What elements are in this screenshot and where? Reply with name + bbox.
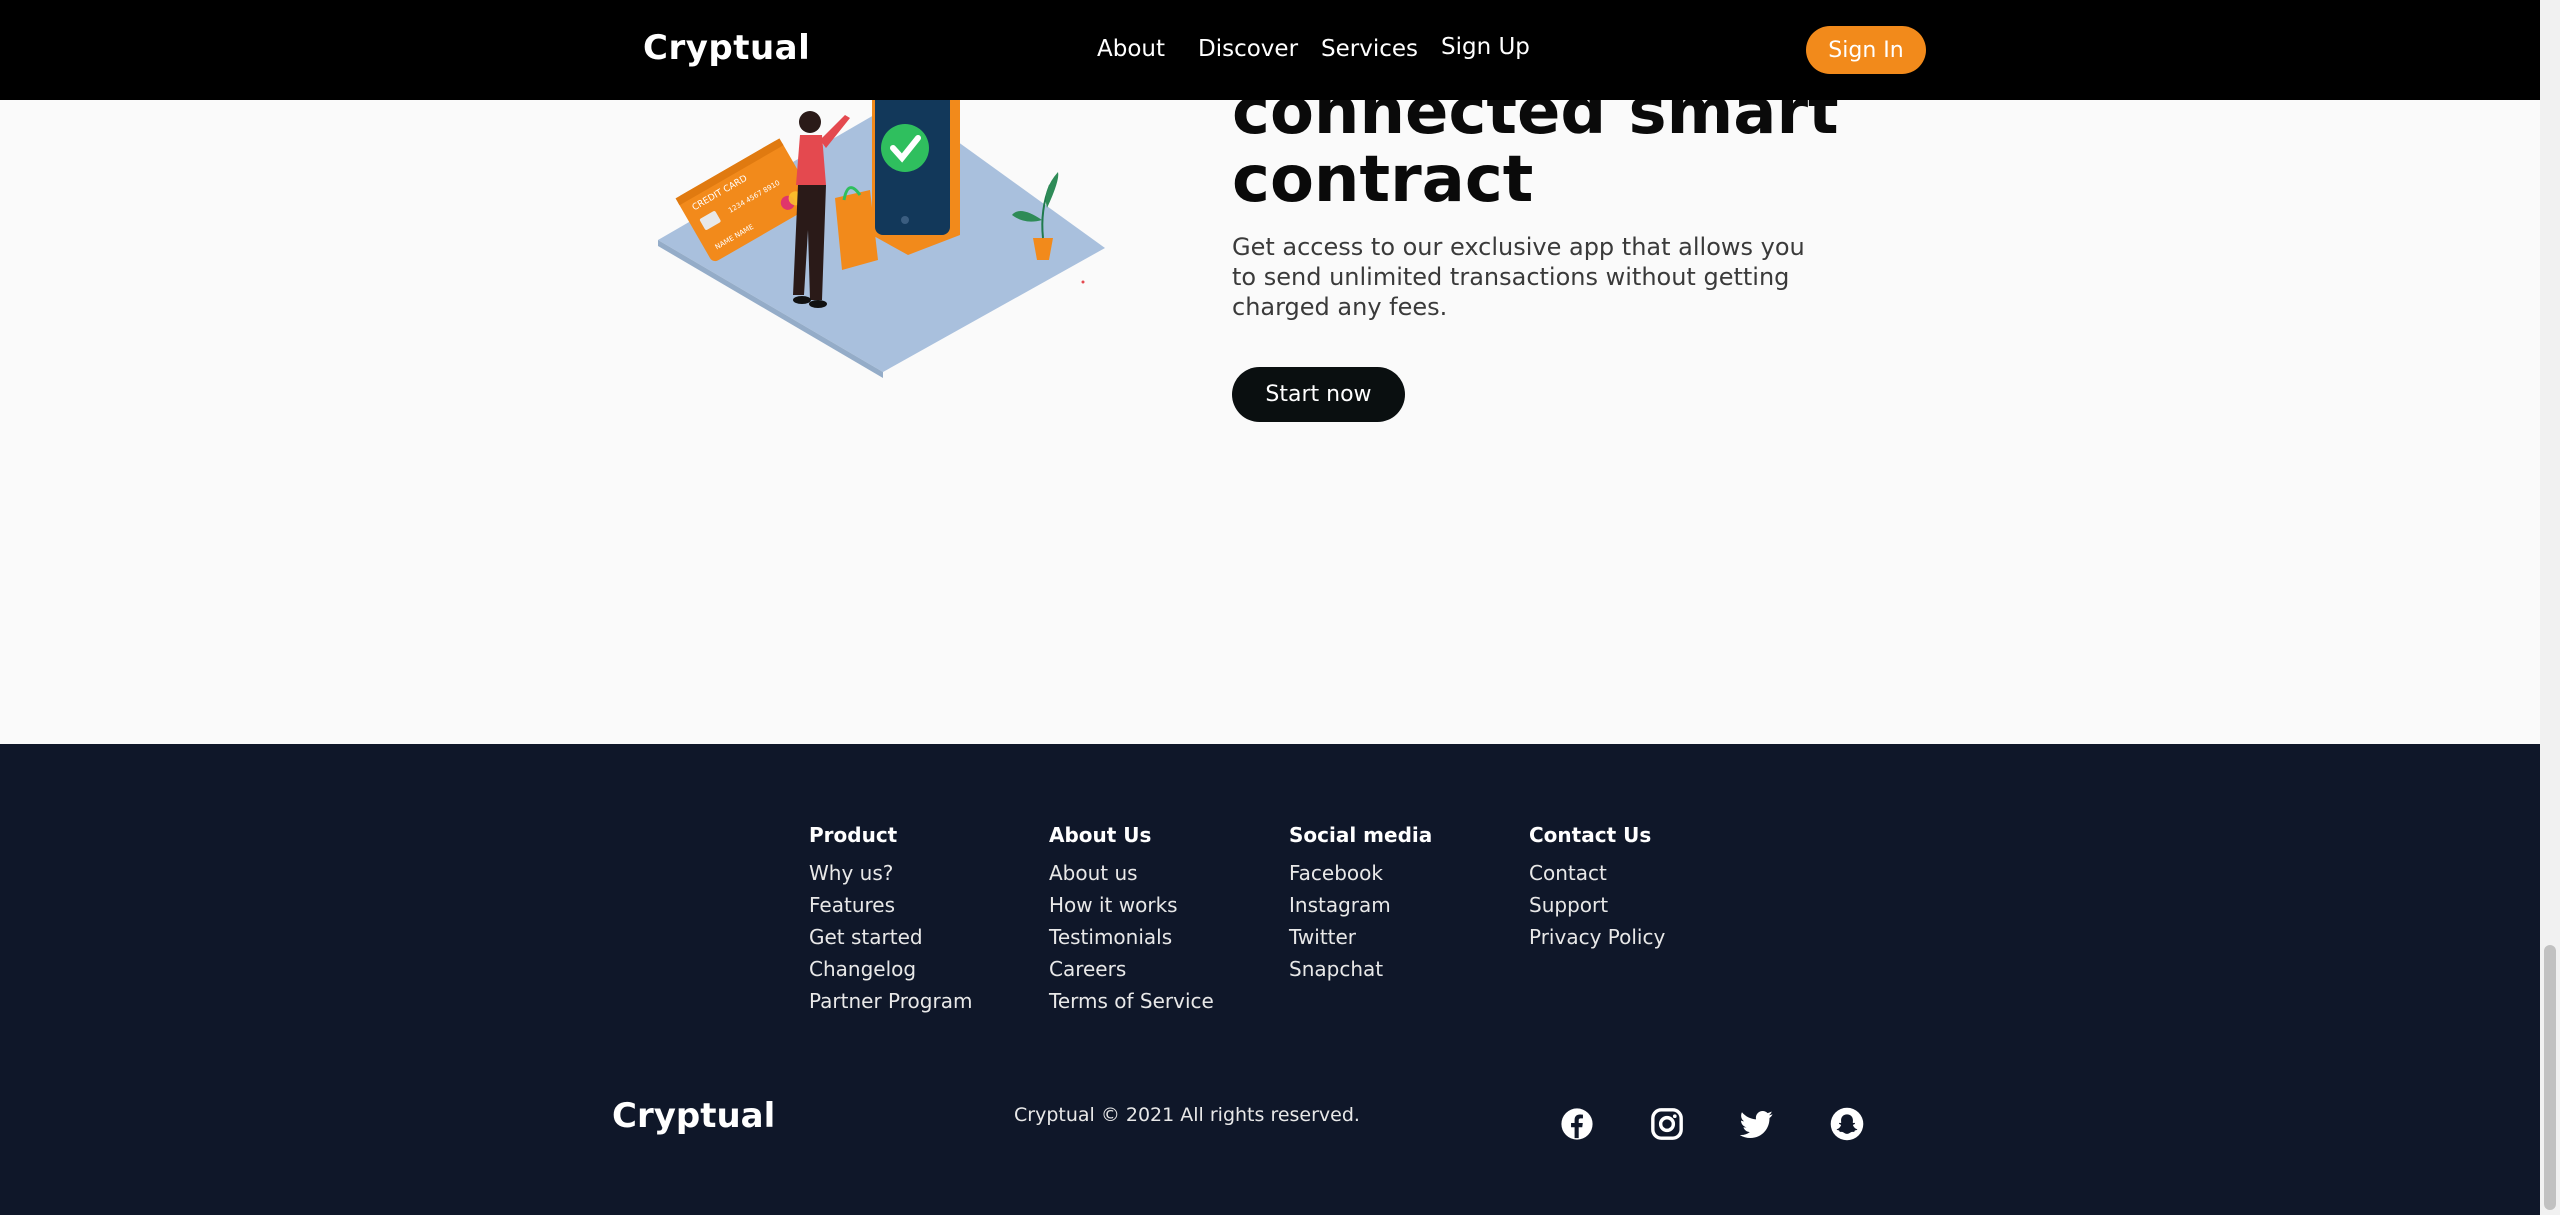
brand-logo[interactable]: Cryptual <box>643 28 810 68</box>
footer-link-support[interactable]: Support <box>1529 889 1665 921</box>
footer-link-snapchat[interactable]: Snapchat <box>1289 953 1432 985</box>
footer-heading: Social media <box>1289 823 1433 847</box>
footer-link-twitter[interactable]: Twitter <box>1289 921 1432 953</box>
payment-illustration: CREDIT CARD 1234 4567 8910 NAME NAME <box>658 60 1105 378</box>
footer-heading: Product <box>809 823 898 847</box>
snapchat-icon[interactable] <box>1830 1107 1864 1141</box>
footer-link-how-it-works[interactable]: How it works <box>1049 889 1214 921</box>
footer-brand-logo[interactable]: Cryptual <box>612 1096 775 1136</box>
footer-column-product: Product Why us? Features Get started Cha… <box>809 823 972 1017</box>
twitter-icon[interactable] <box>1740 1107 1774 1141</box>
footer-link-features[interactable]: Features <box>809 889 972 921</box>
start-now-button[interactable]: Start now <box>1232 367 1405 422</box>
site-footer: Product Why us? Features Get started Cha… <box>0 744 2540 1215</box>
top-navbar: Cryptual About Discover Services Sign Up… <box>0 0 2540 100</box>
footer-link-testimonials[interactable]: Testimonials <box>1049 921 1214 953</box>
sign-in-button[interactable]: Sign In <box>1806 26 1926 74</box>
page-scrollbar[interactable] <box>2540 0 2560 1215</box>
footer-link-changelog[interactable]: Changelog <box>809 953 972 985</box>
footer-column-about: About Us About us How it works Testimoni… <box>1049 823 1214 1017</box>
nav-sign-up[interactable]: Sign Up <box>1441 34 1530 60</box>
footer-link-terms[interactable]: Terms of Service <box>1049 985 1214 1017</box>
footer-link-privacy[interactable]: Privacy Policy <box>1529 921 1665 953</box>
instagram-icon[interactable] <box>1650 1107 1684 1141</box>
footer-column-contact: Contact Us Contact Support Privacy Polic… <box>1529 823 1665 953</box>
footer-link-facebook[interactable]: Facebook <box>1289 857 1432 889</box>
copyright-text: Cryptual © 2021 All rights reserved. <box>1014 1104 1360 1126</box>
nav-about[interactable]: About <box>1097 36 1165 62</box>
hero-description: Get access to our exclusive app that all… <box>1232 233 1805 321</box>
footer-heading: Contact Us <box>1529 823 1652 847</box>
scrollbar-thumb[interactable] <box>2544 945 2556 1210</box>
footer-heading: About Us <box>1049 823 1152 847</box>
footer-link-careers[interactable]: Careers <box>1049 953 1214 985</box>
footer-link-instagram[interactable]: Instagram <box>1289 889 1432 921</box>
footer-link-partner-program[interactable]: Partner Program <box>809 985 972 1017</box>
footer-link-contact[interactable]: Contact <box>1529 857 1665 889</box>
footer-link-why-us[interactable]: Why us? <box>809 857 972 889</box>
nav-discover[interactable]: Discover <box>1198 36 1298 62</box>
footer-link-about-us[interactable]: About us <box>1049 857 1214 889</box>
nav-services[interactable]: Services <box>1321 36 1418 62</box>
footer-column-social: Social media Facebook Instagram Twitter … <box>1289 823 1432 985</box>
footer-link-get-started[interactable]: Get started <box>809 921 972 953</box>
facebook-icon[interactable] <box>1560 1107 1594 1141</box>
